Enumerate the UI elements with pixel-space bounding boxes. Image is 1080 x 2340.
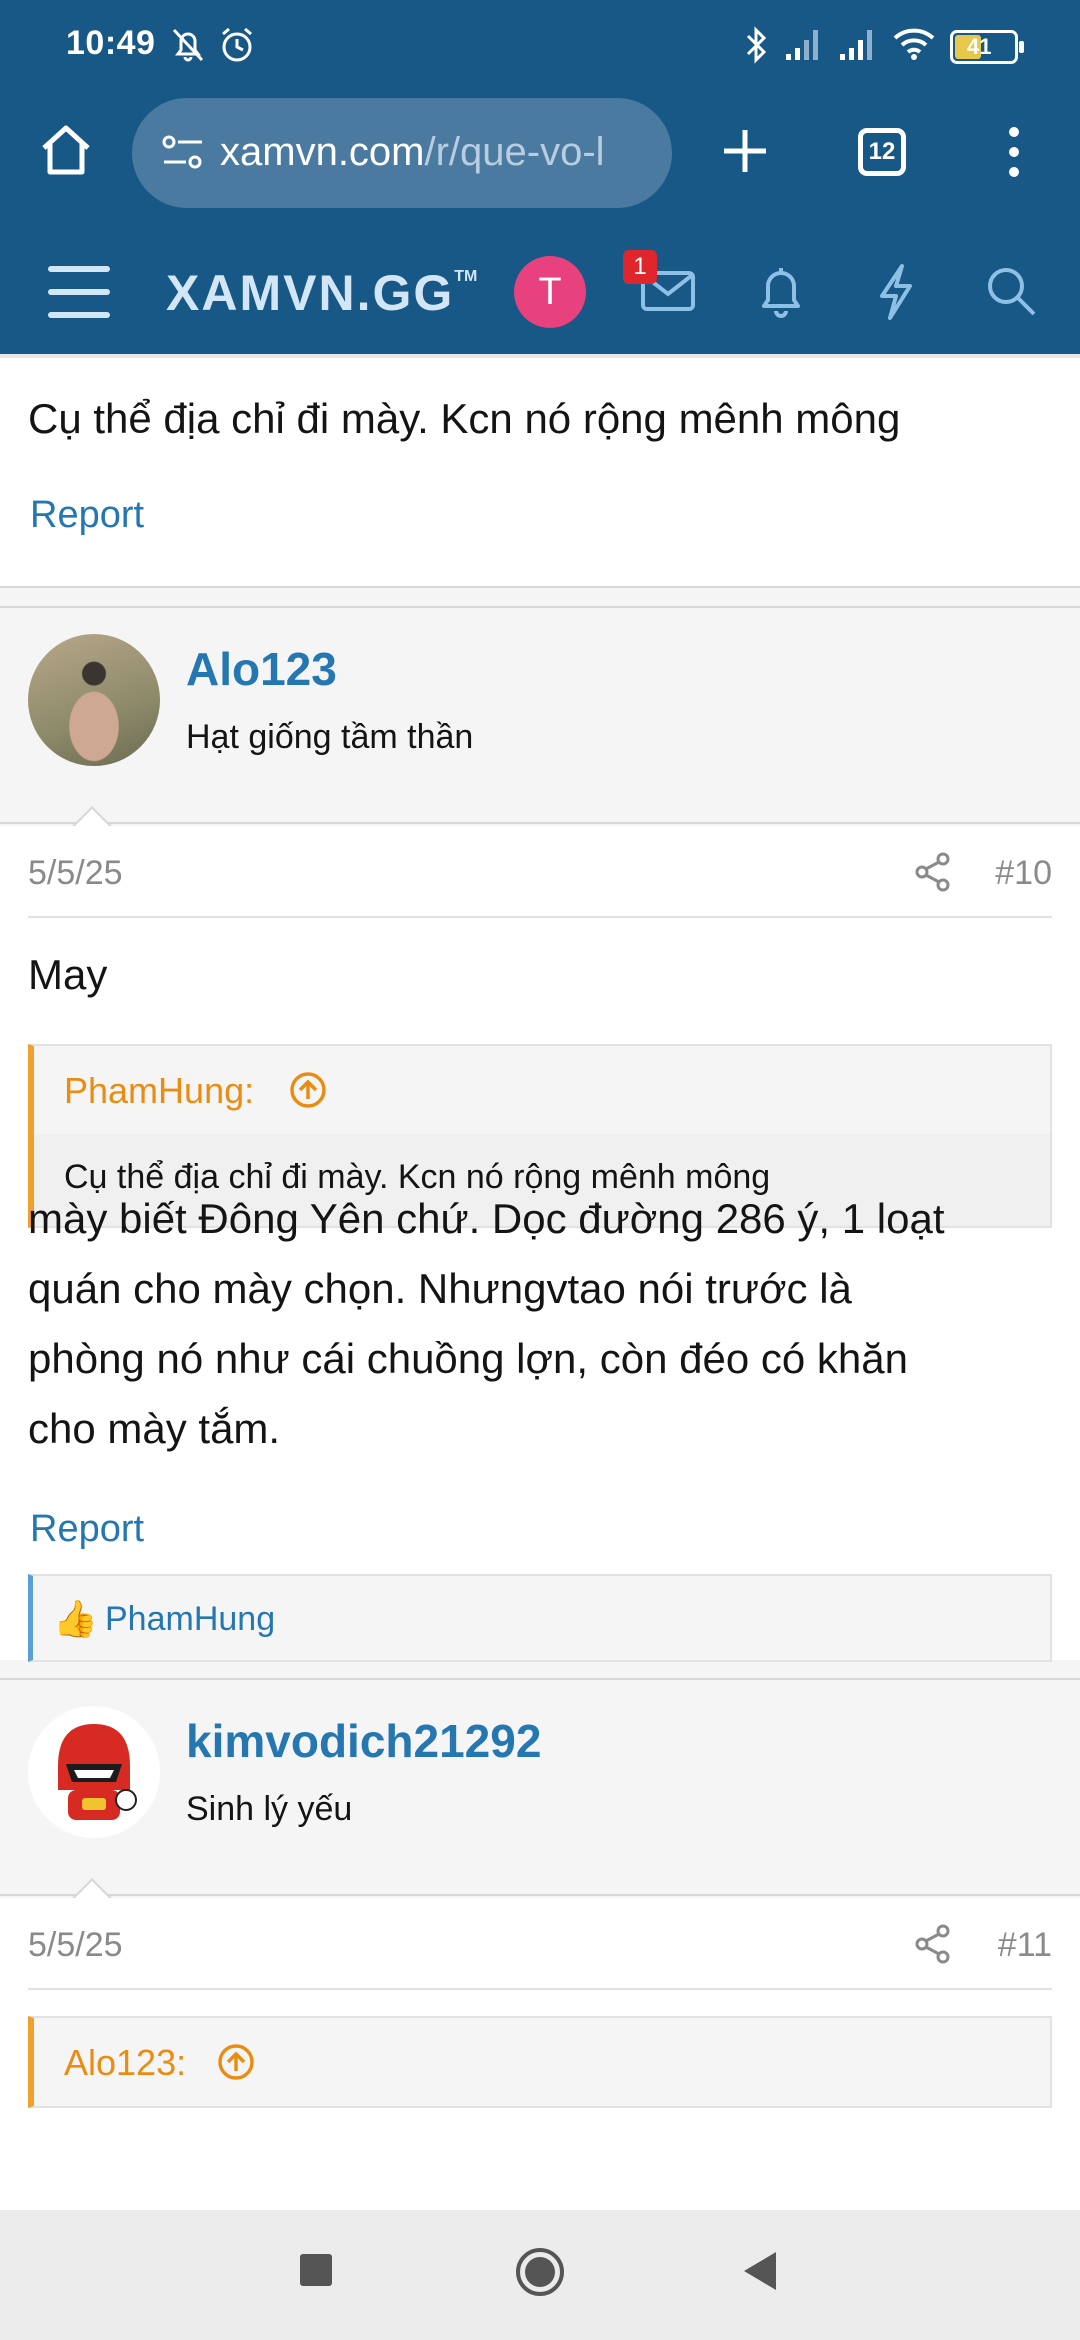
post-11-user-header: kimvodich21292 Sinh lý yếu	[0, 1678, 1080, 1901]
url-text: xamvn.com/r/que-vo-l	[220, 130, 605, 175]
post-meta: 5/5/25 #10	[28, 826, 1052, 918]
jump-to-quote-icon[interactable]	[216, 2042, 256, 2082]
user-title: Sinh lý yếu	[186, 1790, 353, 1828]
reactions-bar[interactable]: 👍 PhamHung	[28, 1574, 1052, 1662]
more-options-icon[interactable]	[1004, 124, 1024, 180]
post-number[interactable]: #10	[995, 854, 1052, 893]
reaction-user[interactable]: PhamHung	[105, 1600, 275, 1639]
site-settings-icon[interactable]	[162, 134, 204, 172]
user-avatar[interactable]	[28, 634, 160, 766]
site-navbar: XAMVN.GGTM T 1	[0, 232, 1080, 354]
inbox-badge: 1	[623, 250, 657, 284]
back-icon[interactable]	[742, 2250, 778, 2292]
browser-toolbar: xamvn.com/r/que-vo-l 12	[0, 90, 1080, 232]
status-bar: 10:49 41	[0, 0, 1080, 90]
quote-header[interactable]: PhamHung:	[34, 1046, 1050, 1134]
signal-1-icon	[786, 30, 818, 60]
post-body: Cụ thể địa chỉ đi mày. Kcn nó rộng mênh …	[28, 395, 901, 442]
quote-author[interactable]: PhamHung:	[64, 1070, 254, 1112]
logo-trademark: TM	[454, 268, 478, 285]
share-icon[interactable]	[914, 852, 952, 892]
report-link[interactable]: Report	[30, 1508, 144, 1551]
jump-to-quote-icon[interactable]	[288, 1070, 328, 1110]
thread-content: Cụ thể địa chỉ đi mày. Kcn nó rộng mênh …	[0, 354, 1080, 2210]
quote-author[interactable]: Alo123:	[64, 2042, 186, 2084]
post-9-tail: Cụ thể địa chỉ đi mày. Kcn nó rộng mênh …	[0, 354, 1080, 588]
user-title: Hạt giống tầm thần	[186, 718, 474, 756]
status-time: 10:49	[66, 24, 156, 62]
battery-level: 41	[967, 34, 992, 59]
divider	[0, 354, 1080, 358]
post-date[interactable]: 5/5/25	[28, 854, 123, 893]
menu-icon[interactable]	[46, 262, 112, 322]
post-line: quán cho mày chọn. Nhưngvtao nói trước l…	[28, 1265, 852, 1312]
share-icon[interactable]	[914, 1924, 952, 1964]
post-line: cho mày tắm.	[28, 1405, 281, 1452]
site-logo[interactable]: XAMVN.GGTM	[166, 264, 477, 322]
recents-icon[interactable]	[298, 2252, 334, 2288]
post-date[interactable]: 5/5/25	[28, 1926, 123, 1965]
logo-text: XAMVN.GG	[166, 265, 455, 321]
home-icon[interactable]	[38, 122, 94, 178]
post-body: mày biết Đông Yên chứ. Dọc đường 286 ý, …	[28, 1184, 1058, 1464]
url-host: xamvn.com	[220, 130, 425, 174]
message-pointer	[70, 806, 114, 829]
quote-header[interactable]: Alo123:	[34, 2018, 1050, 2106]
quote-block: Alo123:	[28, 2016, 1052, 2108]
search-icon[interactable]	[984, 264, 1038, 318]
tab-switcher-button[interactable]: 12	[858, 128, 906, 176]
bluetooth-icon	[746, 26, 767, 64]
alarm-icon	[222, 27, 252, 62]
post-10: 5/5/25 #10 May PhamHung: Cụ thể địa chỉ …	[0, 826, 1080, 1662]
system-nav-bar	[0, 2210, 1080, 2340]
post-line: phòng nó như cái chuồng lợn, còn đéo có …	[28, 1335, 908, 1382]
post-11: 5/5/25 #11 Alo123:	[0, 1898, 1080, 2210]
user-avatar[interactable]	[28, 1706, 160, 1838]
post-meta: 5/5/25 #11	[28, 1898, 1052, 1990]
report-link[interactable]: Report	[30, 494, 144, 537]
message-pointer	[70, 1878, 114, 1901]
battery-icon: 41	[950, 30, 1024, 64]
username[interactable]: Alo123	[186, 642, 337, 696]
url-path: /r/que-vo-l	[424, 130, 605, 174]
username[interactable]: kimvodich21292	[186, 1714, 541, 1768]
wifi-icon	[893, 28, 935, 60]
post-10-user-header: Alo123 Hạt giống tầm thần	[0, 606, 1080, 829]
post-line: mày biết Đông Yên chứ. Dọc đường 286 ý, …	[28, 1195, 945, 1242]
thumbs-up-icon: 👍	[53, 1598, 98, 1639]
notification-bell-icon[interactable]	[756, 264, 806, 320]
new-tab-icon[interactable]	[720, 126, 770, 176]
post-number[interactable]: #11	[998, 1926, 1052, 1965]
ranger-avatar-icon	[58, 1724, 137, 1820]
home-nav-icon[interactable]	[514, 2246, 566, 2298]
account-avatar[interactable]: T	[514, 256, 586, 328]
bell-muted-icon	[172, 28, 204, 62]
whats-new-icon[interactable]	[874, 262, 918, 322]
address-bar[interactable]: xamvn.com/r/que-vo-l	[132, 98, 672, 208]
post-text: May	[28, 951, 108, 998]
signal-2-icon	[840, 30, 872, 60]
